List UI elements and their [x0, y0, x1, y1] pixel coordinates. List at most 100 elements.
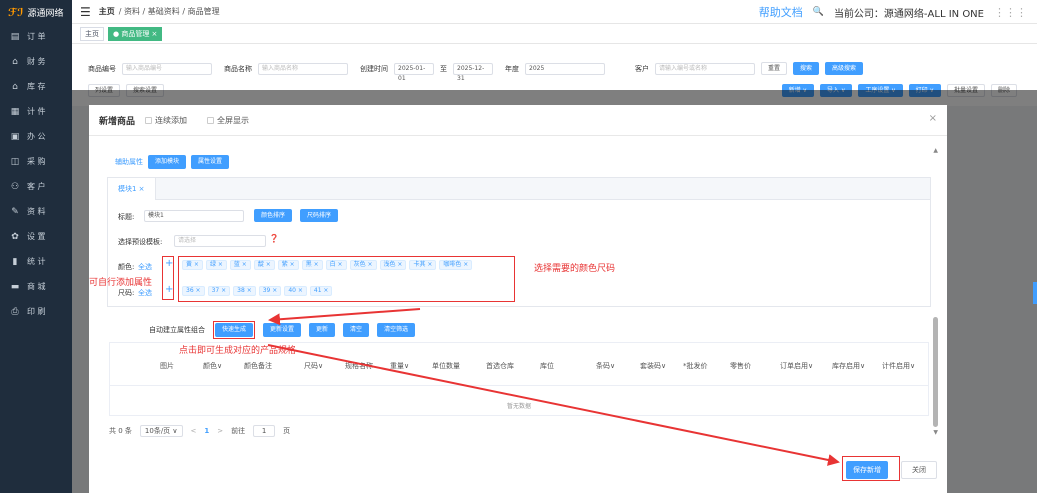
breadcrumb-home[interactable]: 主页: [99, 7, 115, 16]
advanced-search-button[interactable]: 高级搜索: [825, 62, 864, 75]
help-icon[interactable]: ❓: [269, 234, 279, 243]
color-tag[interactable]: 浅色 ×: [379, 260, 407, 270]
floating-side-tab[interactable]: [1033, 282, 1037, 304]
search-icon[interactable]: 🔍: [813, 7, 824, 17]
size-tag[interactable]: 39 ×: [258, 286, 282, 296]
table-header-cell[interactable]: 条码∨: [596, 361, 615, 371]
code-label: 商品编号: [88, 64, 116, 73]
color-tag[interactable]: 黑 ×: [301, 260, 323, 270]
sidebar-item[interactable]: ▤ 订 单: [0, 24, 72, 49]
sidebar-item[interactable]: ⌂ 财 务: [0, 49, 72, 74]
size-tag[interactable]: 36 ×: [182, 286, 205, 296]
add-size-icon[interactable]: +: [165, 284, 173, 295]
sidebar-item[interactable]: ▦ 计 件: [0, 99, 72, 124]
table-header-cell[interactable]: 颜色∨: [203, 361, 222, 371]
color-sort-button[interactable]: 颜色排序: [254, 209, 293, 222]
sidebar-item[interactable]: ⎙ 印 刷: [0, 299, 72, 324]
color-tag[interactable]: 蓝 ×: [229, 260, 251, 270]
size-tag[interactable]: 40 ×: [284, 286, 307, 296]
pager-current[interactable]: 1: [204, 427, 209, 435]
pager-prev[interactable]: <: [191, 427, 197, 435]
menu-toggle-icon[interactable]: ☰: [80, 5, 91, 19]
color-tag[interactable]: 白 ×: [325, 260, 347, 270]
title-input[interactable]: 模块1: [144, 210, 244, 222]
table-header-cell[interactable]: 单位数量: [432, 361, 460, 371]
save-add-button[interactable]: 保存新增: [846, 461, 888, 479]
color-tag[interactable]: 黄 ×: [182, 260, 203, 270]
sidebar-item[interactable]: ✎ 资 料: [0, 199, 72, 224]
date-to[interactable]: 2025-12-31: [453, 62, 493, 82]
quick-generate-button[interactable]: 快速生成: [215, 323, 254, 337]
tag-home[interactable]: 主页: [80, 26, 104, 41]
help-docs-link[interactable]: 帮助文档: [759, 4, 803, 20]
tag-product-management[interactable]: ● 商品管理 ×: [108, 26, 163, 41]
scrollbar[interactable]: [933, 317, 938, 427]
sidebar-icon: ▮: [12, 256, 18, 267]
size-tag[interactable]: 37 ×: [207, 286, 231, 296]
fullscreen-checkbox[interactable]: 全屏显示: [207, 115, 249, 126]
annotation-color-size: 选择需要的颜色尺码: [534, 264, 616, 274]
size-select-all[interactable]: 全选: [138, 288, 152, 298]
sidebar-item[interactable]: ▬ 商 城: [0, 274, 72, 299]
update-settings-button[interactable]: 更新设置: [263, 323, 302, 337]
close-button[interactable]: 关闭: [901, 461, 937, 479]
color-tag[interactable]: 咖啡色 ×: [439, 260, 473, 270]
update-button[interactable]: 更新: [309, 323, 336, 337]
year-input[interactable]: 2025: [525, 62, 605, 75]
table-header-cell[interactable]: 重量∨: [390, 361, 409, 371]
table-header-cell[interactable]: 尺码∨: [304, 361, 323, 371]
clear-button[interactable]: 清空: [343, 323, 370, 337]
sidebar-item[interactable]: ✿ 设 置: [0, 224, 72, 249]
table-header-cell[interactable]: 规格名称: [345, 361, 373, 371]
color-tag[interactable]: 紫 ×: [277, 260, 299, 270]
pager-size-select[interactable]: 10条/页 ∨: [139, 425, 183, 437]
add-module-button[interactable]: 添加模块: [148, 155, 187, 169]
pager-next[interactable]: >: [217, 427, 223, 435]
customer-input[interactable]: 请输入编号或名称: [655, 62, 755, 75]
table-header-cell[interactable]: 计件启用∨: [882, 361, 915, 371]
table-header-cell[interactable]: 库位: [540, 361, 554, 371]
pagination: 共 0 条 10条/页 ∨ < 1 > 前往 1 页: [109, 425, 290, 437]
clear-filter-button[interactable]: 清空筛选: [377, 323, 416, 337]
pager-goto-input[interactable]: 1: [253, 425, 276, 437]
reset-button[interactable]: 重置: [761, 62, 788, 75]
table-header-cell[interactable]: 图片: [160, 361, 174, 371]
sidebar-item[interactable]: ⌂ 库 存: [0, 74, 72, 99]
sidebar-item[interactable]: ◫ 采 购: [0, 149, 72, 174]
table-header-cell[interactable]: 首选仓库: [486, 361, 514, 371]
size-tag[interactable]: 38 ×: [233, 286, 256, 296]
sidebar-icon: ▬: [10, 281, 20, 292]
color-tag[interactable]: 靛 ×: [253, 260, 275, 270]
table-header-cell[interactable]: 颜色备注: [244, 361, 272, 371]
code-input[interactable]: 输入商品编号: [122, 62, 212, 75]
table-header-cell[interactable]: 订单启用∨: [780, 361, 813, 371]
sidebar-item[interactable]: ▣ 办 公: [0, 124, 72, 149]
continuous-add-checkbox[interactable]: 连续添加: [145, 115, 187, 126]
attr-settings-button[interactable]: 属性设置: [191, 155, 230, 169]
table-header-cell[interactable]: 套装码∨: [640, 361, 666, 371]
tab-module1[interactable]: 模块1 ×: [108, 178, 156, 200]
search-button[interactable]: 搜索: [793, 62, 820, 75]
sidebar-item[interactable]: ⚇ 客 户: [0, 174, 72, 199]
color-tag[interactable]: 卡其 ×: [409, 260, 437, 270]
size-tag[interactable]: 41 ×: [309, 286, 333, 296]
table-header-cell[interactable]: *批发价: [683, 361, 708, 371]
color-select-all[interactable]: 全选: [138, 262, 152, 272]
close-icon[interactable]: ×: [929, 113, 937, 124]
add-color-icon[interactable]: +: [165, 258, 173, 269]
name-input[interactable]: 输入商品名称: [258, 62, 348, 75]
scroll-up-icon[interactable]: ▲: [933, 147, 938, 154]
color-tag[interactable]: 灰色 ×: [349, 260, 377, 270]
table-header-cell[interactable]: 零售价: [730, 361, 751, 371]
more-icon[interactable]: ⋮⋮⋮: [994, 6, 1027, 19]
size-sort-button[interactable]: 尺码排序: [300, 209, 339, 222]
quick-gen-highlight: 快速生成: [213, 321, 256, 339]
sidebar-item[interactable]: ▮ 统 计: [0, 249, 72, 274]
preset-label: 选择预设模板:: [118, 238, 163, 246]
sidebar-item-label: 办 公: [27, 132, 46, 141]
table-header-cell[interactable]: 库存启用∨: [832, 361, 865, 371]
date-from[interactable]: 2025-01-01: [394, 62, 434, 82]
color-tag[interactable]: 绿 ×: [205, 260, 227, 270]
preset-select[interactable]: 请选择: [174, 235, 266, 247]
scroll-down-icon[interactable]: ▼: [933, 429, 938, 436]
